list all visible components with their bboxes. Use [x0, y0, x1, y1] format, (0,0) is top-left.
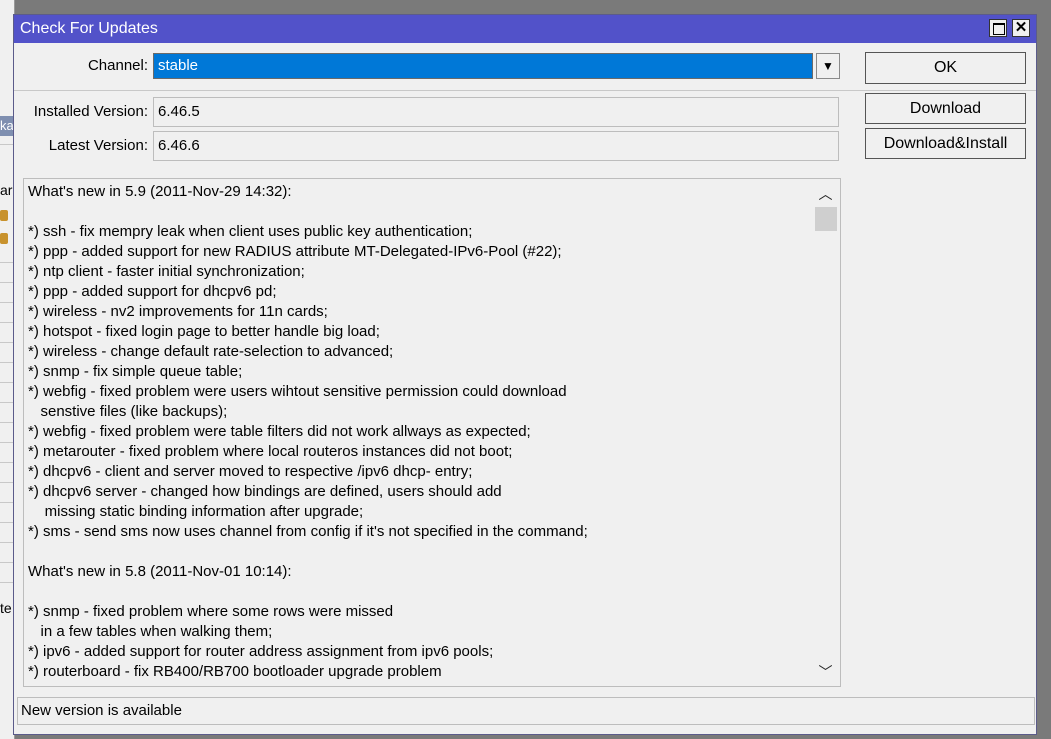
dialog-title: Check For Updates — [20, 20, 158, 37]
dropdown-arrow-icon[interactable]: ▼ — [816, 53, 840, 79]
download-install-button[interactable]: Download&Install — [865, 128, 1026, 159]
scroll-down-icon[interactable]: ﹀ — [811, 662, 840, 682]
divider — [0, 144, 14, 145]
background-column-header: ar — [0, 182, 13, 198]
background-cell: te — [0, 600, 12, 616]
divider — [0, 422, 14, 423]
installed-version-field[interactable]: 6.46.5 — [153, 97, 839, 127]
channel-label: Channel: — [87, 57, 148, 74]
status-bar: New version is available — [17, 697, 1035, 725]
divider — [0, 582, 14, 583]
divider — [0, 302, 14, 303]
divider — [0, 522, 14, 523]
channel-select[interactable]: stable — [153, 53, 813, 79]
divider — [0, 342, 14, 343]
maximize-icon[interactable] — [989, 19, 1007, 37]
divider — [0, 382, 14, 383]
ok-button[interactable]: OK — [865, 52, 1026, 84]
download-button[interactable]: Download — [865, 93, 1026, 124]
divider — [14, 90, 1036, 91]
divider — [0, 462, 14, 463]
changelog-text: What's new in 5.9 (2011-Nov-29 14:32): *… — [28, 183, 588, 680]
latest-version-label: Latest Version: — [48, 137, 148, 154]
divider — [0, 322, 14, 323]
close-icon[interactable]: ✕ — [1012, 19, 1030, 37]
divider — [0, 482, 14, 483]
installed-version-label: Installed Version: — [33, 103, 148, 120]
vertical-scrollbar[interactable]: ︿ ﹀ — [811, 179, 840, 686]
package-icon — [0, 210, 8, 221]
latest-version-field[interactable]: 6.46.6 — [153, 131, 839, 161]
divider — [0, 282, 14, 283]
package-icon — [0, 233, 8, 244]
title-bar[interactable]: Check For Updates ✕ — [14, 15, 1036, 43]
scroll-up-icon[interactable]: ︿ — [811, 184, 840, 204]
divider — [0, 442, 14, 443]
divider — [0, 402, 14, 403]
background-window-tab[interactable]: ka — [0, 116, 14, 136]
divider — [0, 542, 14, 543]
scrollbar-thumb[interactable] — [815, 207, 837, 231]
changelog-textarea[interactable]: What's new in 5.9 (2011-Nov-29 14:32): *… — [23, 178, 841, 687]
divider — [0, 362, 14, 363]
divider — [0, 502, 14, 503]
divider — [0, 262, 14, 263]
divider — [0, 562, 14, 563]
check-for-updates-dialog: Check For Updates ✕ Channel: stable ▼ In… — [13, 14, 1037, 735]
